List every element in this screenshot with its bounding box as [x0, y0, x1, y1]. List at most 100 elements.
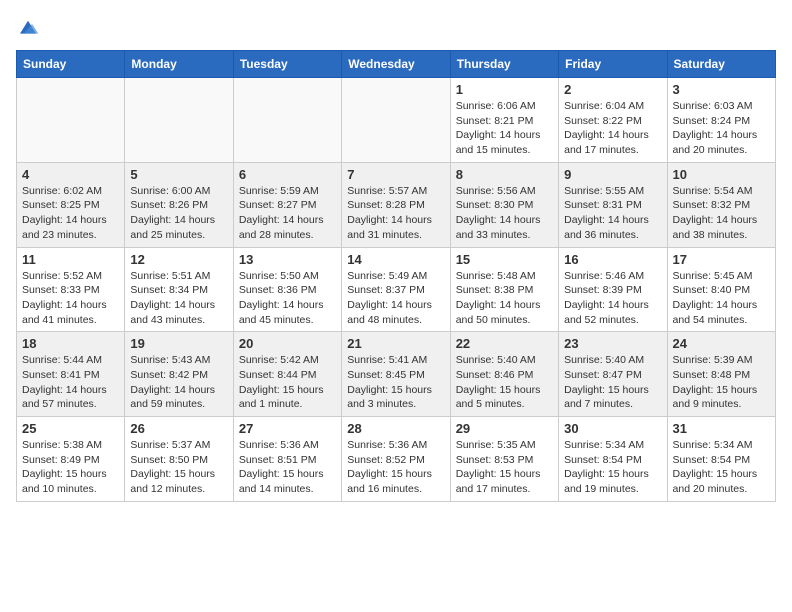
- calendar-cell: 16Sunrise: 5:46 AM Sunset: 8:39 PM Dayli…: [559, 247, 667, 332]
- cell-text: Sunrise: 5:41 AM Sunset: 8:45 PM Dayligh…: [347, 353, 444, 412]
- calendar-cell: 21 Sunrise: 5:41 AM Sunset: 8:45 PM Dayli…: [342, 332, 450, 417]
- cell-text: Sunrise: 5:50 AM Sunset: 8:36 PM Dayligh…: [239, 269, 336, 328]
- day-number: 15: [456, 252, 553, 267]
- day-number: 8: [456, 167, 553, 182]
- day-number: 24: [673, 336, 770, 351]
- cell-text: Sunrise: 5:52 AM Sunset: 8:33 PM Dayligh…: [22, 269, 119, 328]
- day-number: 31: [673, 421, 770, 436]
- calendar-cell: [17, 78, 125, 163]
- day-number: 20: [239, 336, 336, 351]
- calendar-cell: 12 Sunrise: 5:51 AM Sunset: 8:34 PM Dayli…: [125, 247, 233, 332]
- cell-text: Sunrise: 5:40 AM Sunset: 8:46 PM Dayligh…: [456, 353, 553, 412]
- cell-text: Sunrise: 5:34 AM Sunset: 8:54 PM Dayligh…: [673, 438, 770, 497]
- calendar-cell: 1Sunrise: 6:06 AM Sunset: 8:21 PM Daylig…: [450, 78, 558, 163]
- day-number: 5: [130, 167, 227, 182]
- calendar-cell: 22 Sunrise: 5:40 AM Sunset: 8:46 PM Dayli…: [450, 332, 558, 417]
- day-number: 22: [456, 336, 553, 351]
- calendar-cell: 11 Sunrise: 5:52 AM Sunset: 8:33 PM Dayli…: [17, 247, 125, 332]
- day-number: 28: [347, 421, 444, 436]
- calendar-week-row: 1Sunrise: 6:06 AM Sunset: 8:21 PM Daylig…: [17, 78, 776, 163]
- calendar-cell: 27Sunrise: 5:36 AM Sunset: 8:51 PM Dayli…: [233, 417, 341, 502]
- cell-text: Sunrise: 5:56 AM Sunset: 8:30 PM Dayligh…: [456, 184, 553, 243]
- cell-text: Sunrise: 5:39 AM Sunset: 8:48 PM Dayligh…: [673, 353, 770, 412]
- day-header-saturday: Saturday: [667, 51, 775, 78]
- calendar-week-row: 11 Sunrise: 5:52 AM Sunset: 8:33 PM Dayli…: [17, 247, 776, 332]
- calendar-cell: 15 Sunrise: 5:48 AM Sunset: 8:38 PM Dayli…: [450, 247, 558, 332]
- calendar-cell: 13 Sunrise: 5:50 AM Sunset: 8:36 PM Dayli…: [233, 247, 341, 332]
- cell-text: Sunrise: 6:04 AM Sunset: 8:22 PM Dayligh…: [564, 99, 661, 158]
- calendar-cell: 9 Sunrise: 5:55 AM Sunset: 8:31 PM Daylig…: [559, 162, 667, 247]
- day-number: 10: [673, 167, 770, 182]
- day-number: 13: [239, 252, 336, 267]
- calendar-cell: 23 Sunrise: 5:40 AM Sunset: 8:47 PM Dayli…: [559, 332, 667, 417]
- cell-text: Sunrise: 5:43 AM Sunset: 8:42 PM Dayligh…: [130, 353, 227, 412]
- cell-text: Sunrise: 5:34 AM Sunset: 8:54 PM Dayligh…: [564, 438, 661, 497]
- day-number: 23: [564, 336, 661, 351]
- logo: [16, 16, 44, 40]
- cell-text: Sunrise: 5:48 AM Sunset: 8:38 PM Dayligh…: [456, 269, 553, 328]
- calendar-cell: [125, 78, 233, 163]
- day-number: 11: [22, 252, 119, 267]
- calendar-cell: 10 Sunrise: 5:54 AM Sunset: 8:32 PM Dayli…: [667, 162, 775, 247]
- day-number: 18: [22, 336, 119, 351]
- day-header-tuesday: Tuesday: [233, 51, 341, 78]
- cell-text: Sunrise: 5:51 AM Sunset: 8:34 PM Dayligh…: [130, 269, 227, 328]
- day-number: 14: [347, 252, 444, 267]
- day-number: 2: [564, 82, 661, 97]
- calendar-cell: 28Sunrise: 5:36 AM Sunset: 8:52 PM Dayli…: [342, 417, 450, 502]
- calendar-cell: 29Sunrise: 5:35 AM Sunset: 8:53 PM Dayli…: [450, 417, 558, 502]
- calendar-cell: 5 Sunrise: 6:00 AM Sunset: 8:26 PM Daylig…: [125, 162, 233, 247]
- cell-text: Sunrise: 5:54 AM Sunset: 8:32 PM Dayligh…: [673, 184, 770, 243]
- day-number: 3: [673, 82, 770, 97]
- cell-text: Sunrise: 5:37 AM Sunset: 8:50 PM Dayligh…: [130, 438, 227, 497]
- cell-text: Sunrise: 5:40 AM Sunset: 8:47 PM Dayligh…: [564, 353, 661, 412]
- calendar-cell: 30 Sunrise: 5:34 AM Sunset: 8:54 PM Dayli…: [559, 417, 667, 502]
- day-number: 26: [130, 421, 227, 436]
- cell-text: Sunrise: 5:44 AM Sunset: 8:41 PM Dayligh…: [22, 353, 119, 412]
- day-number: 7: [347, 167, 444, 182]
- calendar-cell: 4Sunrise: 6:02 AM Sunset: 8:25 PM Daylig…: [17, 162, 125, 247]
- calendar-cell: 6 Sunrise: 5:59 AM Sunset: 8:27 PM Daylig…: [233, 162, 341, 247]
- day-number: 27: [239, 421, 336, 436]
- day-number: 21: [347, 336, 444, 351]
- cell-text: Sunrise: 5:59 AM Sunset: 8:27 PM Dayligh…: [239, 184, 336, 243]
- cell-text: Sunrise: 5:38 AM Sunset: 8:49 PM Dayligh…: [22, 438, 119, 497]
- day-number: 12: [130, 252, 227, 267]
- day-number: 19: [130, 336, 227, 351]
- calendar-cell: 18 Sunrise: 5:44 AM Sunset: 8:41 PM Dayli…: [17, 332, 125, 417]
- day-number: 6: [239, 167, 336, 182]
- day-number: 25: [22, 421, 119, 436]
- cell-text: Sunrise: 5:55 AM Sunset: 8:31 PM Dayligh…: [564, 184, 661, 243]
- calendar-cell: 26 Sunrise: 5:37 AM Sunset: 8:50 PM Dayli…: [125, 417, 233, 502]
- calendar-week-row: 18 Sunrise: 5:44 AM Sunset: 8:41 PM Dayli…: [17, 332, 776, 417]
- cell-text: Sunrise: 5:57 AM Sunset: 8:28 PM Dayligh…: [347, 184, 444, 243]
- calendar-week-row: 4Sunrise: 6:02 AM Sunset: 8:25 PM Daylig…: [17, 162, 776, 247]
- calendar-cell: 2 Sunrise: 6:04 AM Sunset: 8:22 PM Daylig…: [559, 78, 667, 163]
- calendar-cell: 19 Sunrise: 5:43 AM Sunset: 8:42 PM Dayli…: [125, 332, 233, 417]
- calendar-cell: 17 Sunrise: 5:45 AM Sunset: 8:40 PM Dayli…: [667, 247, 775, 332]
- day-header-monday: Monday: [125, 51, 233, 78]
- calendar-cell: [233, 78, 341, 163]
- day-number: 9: [564, 167, 661, 182]
- day-number: 17: [673, 252, 770, 267]
- calendar-cell: 31 Sunrise: 5:34 AM Sunset: 8:54 PM Dayli…: [667, 417, 775, 502]
- calendar-cell: 8 Sunrise: 5:56 AM Sunset: 8:30 PM Daylig…: [450, 162, 558, 247]
- page-header: [16, 16, 776, 40]
- calendar-body: 1Sunrise: 6:06 AM Sunset: 8:21 PM Daylig…: [17, 78, 776, 502]
- day-number: 29: [456, 421, 553, 436]
- calendar-cell: 14 Sunrise: 5:49 AM Sunset: 8:37 PM Dayli…: [342, 247, 450, 332]
- calendar-cell: [342, 78, 450, 163]
- cell-text: Sunrise: 6:02 AM Sunset: 8:25 PM Dayligh…: [22, 184, 119, 243]
- day-header-sunday: Sunday: [17, 51, 125, 78]
- cell-text: Sunrise: 5:45 AM Sunset: 8:40 PM Dayligh…: [673, 269, 770, 328]
- day-number: 16: [564, 252, 661, 267]
- cell-text: Sunrise: 6:06 AM Sunset: 8:21 PM Dayligh…: [456, 99, 553, 158]
- calendar-cell: 3 Sunrise: 6:03 AM Sunset: 8:24 PM Daylig…: [667, 78, 775, 163]
- day-number: 30: [564, 421, 661, 436]
- calendar-cell: 7 Sunrise: 5:57 AM Sunset: 8:28 PM Daylig…: [342, 162, 450, 247]
- calendar-cell: 20Sunrise: 5:42 AM Sunset: 8:44 PM Dayli…: [233, 332, 341, 417]
- cell-text: Sunrise: 5:49 AM Sunset: 8:37 PM Dayligh…: [347, 269, 444, 328]
- logo-icon: [16, 16, 40, 40]
- cell-text: Sunrise: 6:03 AM Sunset: 8:24 PM Dayligh…: [673, 99, 770, 158]
- cell-text: Sunrise: 6:00 AM Sunset: 8:26 PM Dayligh…: [130, 184, 227, 243]
